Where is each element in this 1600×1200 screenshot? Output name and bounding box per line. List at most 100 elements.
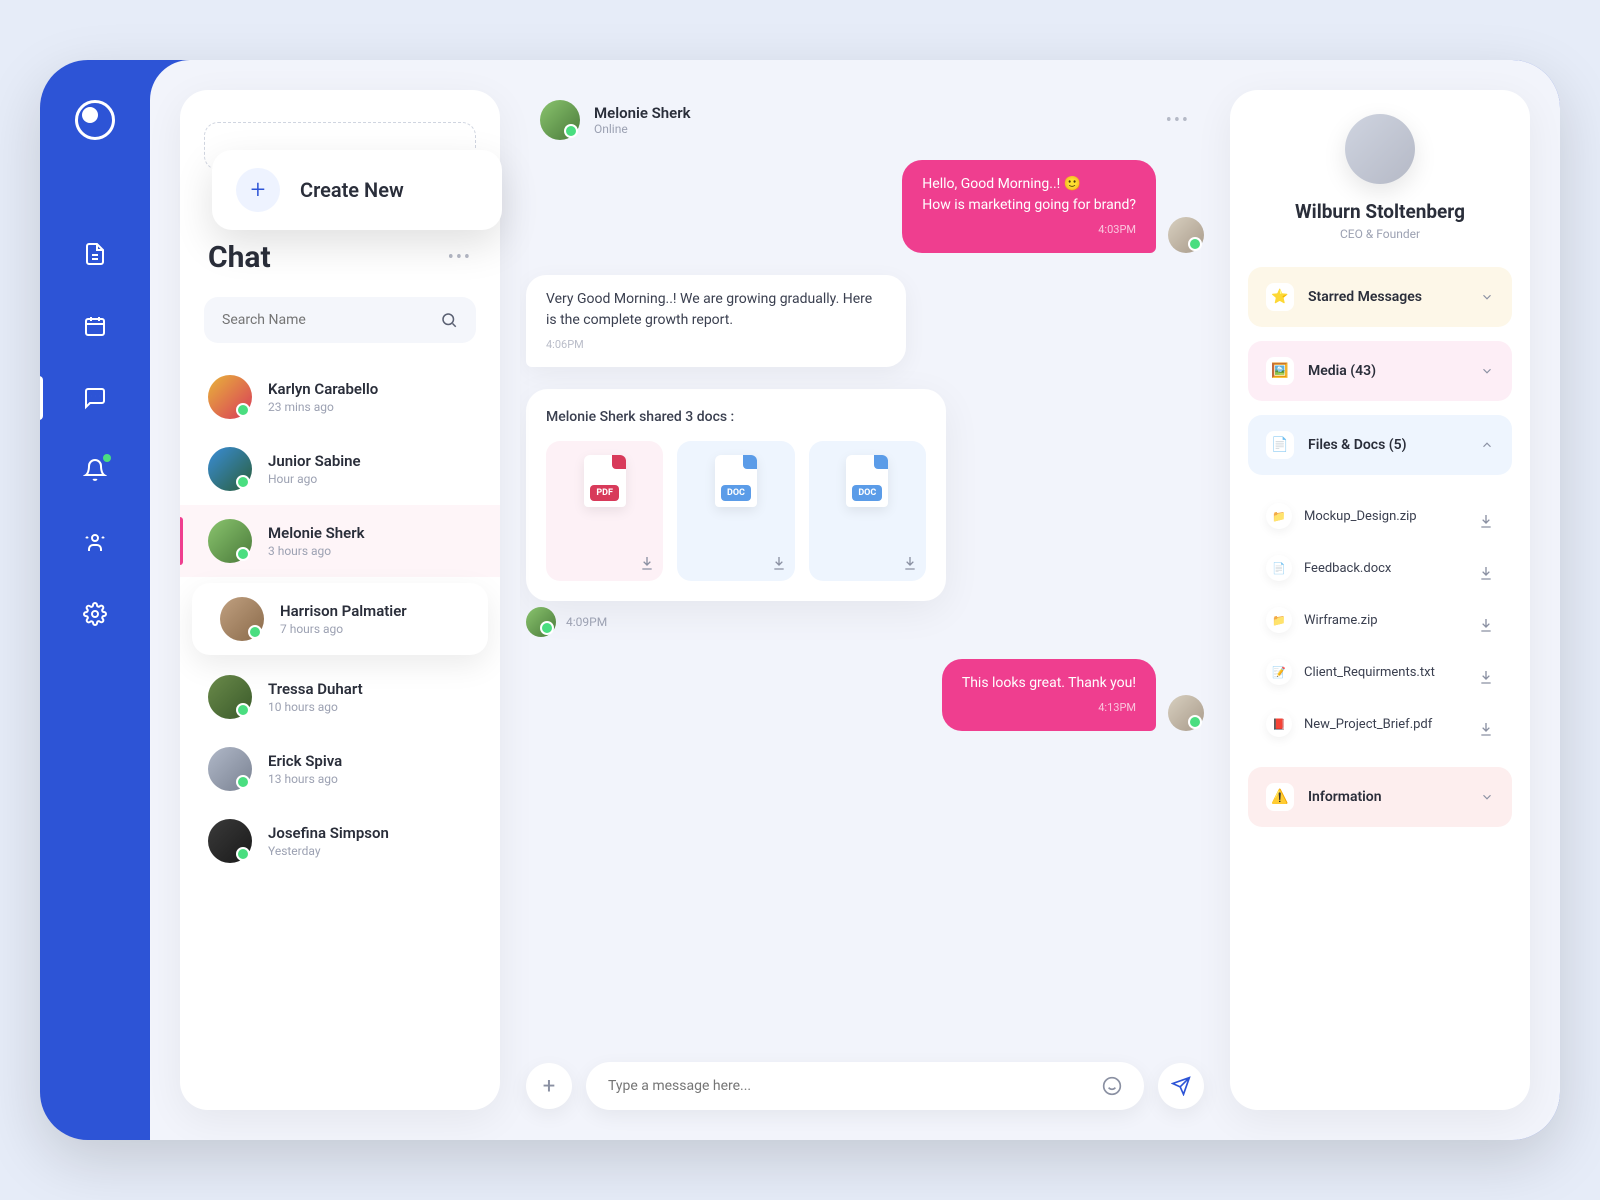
nav-rail: [40, 60, 150, 1140]
avatar: [1168, 695, 1204, 731]
contact-item[interactable]: Tressa Duhart 10 hours ago: [180, 661, 500, 733]
contact-name: Erick Spiva: [268, 752, 342, 770]
logo[interactable]: [75, 100, 115, 140]
search-field[interactable]: [222, 312, 440, 328]
section-starred[interactable]: ⭐ Starred Messages: [1248, 267, 1512, 327]
avatar: [208, 819, 252, 863]
avatar: [220, 597, 264, 641]
pdf-icon: PDF: [584, 455, 626, 507]
file-type-icon: 📄: [1266, 555, 1292, 581]
docs-card: Melonie Sherk shared 3 docs : PDF DOC DO…: [526, 389, 946, 601]
send-icon: [1171, 1076, 1191, 1096]
docs-block: Melonie Sherk shared 3 docs : PDF DOC DO…: [526, 389, 1204, 637]
contact-time: 3 hours ago: [268, 544, 365, 558]
docs-grid: PDF DOC DOC: [546, 441, 926, 581]
doc-tile[interactable]: DOC: [809, 441, 926, 581]
chevron-up-icon: [1480, 438, 1494, 452]
message-input[interactable]: [608, 1078, 1102, 1094]
chat-more-icon[interactable]: •••: [1166, 110, 1190, 131]
contact-name: Tressa Duhart: [268, 680, 363, 698]
search-icon: [440, 311, 458, 329]
attach-button[interactable]: +: [526, 1063, 572, 1109]
contact-item[interactable]: Josefina Simpson Yesterday: [180, 805, 500, 877]
contact-item[interactable]: Erick Spiva13 hours ago: [180, 733, 500, 805]
notification-dot: [103, 454, 111, 462]
chat-name: Melonie Sherk: [594, 104, 1152, 122]
doc-tile[interactable]: PDF: [546, 441, 663, 581]
contact-name: Josefina Simpson: [268, 824, 389, 842]
chat-top-info: Melonie Sherk Online: [594, 104, 1152, 136]
download-icon[interactable]: [1478, 669, 1494, 685]
chevron-down-icon: [1480, 290, 1494, 304]
image-icon: 🖼️: [1266, 357, 1294, 385]
download-icon[interactable]: [902, 555, 918, 571]
file-row[interactable]: 📝Client_Requirments.txt: [1252, 649, 1508, 695]
bubble: This looks great. Thank you! 4:13PM: [942, 659, 1156, 731]
contact-time: 7 hours ago: [280, 622, 407, 636]
contact-name: Karlyn Carabello: [268, 380, 378, 398]
msg-line: How is marketing going for brand?: [922, 197, 1136, 213]
download-icon[interactable]: [1478, 513, 1494, 529]
message-input-wrap[interactable]: [586, 1062, 1144, 1110]
file-icon: 📄: [1266, 431, 1294, 459]
download-icon[interactable]: [1478, 617, 1494, 633]
nav-people-icon[interactable]: [81, 528, 109, 556]
docs-time-row: 4:09PM: [526, 607, 1204, 637]
contact-time: Yesterday: [268, 844, 389, 858]
create-new-label: Create New: [300, 178, 404, 202]
profile-avatar[interactable]: [1345, 114, 1415, 184]
contact-item-active[interactable]: Melonie Sherk 3 hours ago: [180, 505, 500, 577]
contacts-list: Karlyn Carabello23 mins ago Junior Sabin…: [180, 361, 500, 877]
contact-name: Junior Sabine: [268, 452, 361, 470]
chat-status: Online: [594, 122, 1152, 136]
chevron-down-icon: [1480, 790, 1494, 804]
download-icon[interactable]: [1478, 565, 1494, 581]
file-row[interactable]: 📕New_Project_Brief.pdf: [1252, 701, 1508, 747]
app-shell: + Create New Chat ••• Karlyn Carabello23…: [40, 60, 1560, 1140]
file-row[interactable]: 📁Wirframe.zip: [1252, 597, 1508, 643]
nav-settings-icon[interactable]: [81, 600, 109, 628]
section-files[interactable]: 📄 Files & Docs (5): [1248, 415, 1512, 475]
download-icon[interactable]: [771, 555, 787, 571]
file-row[interactable]: 📁Mockup_Design.zip: [1252, 493, 1508, 539]
chat-header: Chat •••: [180, 240, 500, 275]
chat-menu-icon[interactable]: •••: [448, 247, 472, 268]
emoji-icon[interactable]: [1102, 1076, 1122, 1096]
doc-tile[interactable]: DOC: [677, 441, 794, 581]
section-label: Information: [1308, 789, 1466, 805]
avatar: [208, 519, 252, 563]
contact-time: 10 hours ago: [268, 700, 363, 714]
bubble: Hello, Good Morning..! 🙂 How is marketin…: [902, 160, 1156, 253]
file-type-icon: 📕: [1266, 711, 1292, 737]
chat-sidebar: + Create New Chat ••• Karlyn Carabello23…: [180, 90, 500, 1110]
section-media[interactable]: 🖼️ Media (43): [1248, 341, 1512, 401]
contact-name: Melonie Sherk: [268, 524, 365, 542]
nav-bell-icon[interactable]: [81, 456, 109, 484]
nav-document-icon[interactable]: [81, 240, 109, 268]
star-icon: ⭐: [1266, 283, 1294, 311]
plus-icon: +: [236, 168, 280, 212]
msg-line: Hello, Good Morning..! 🙂: [922, 176, 1081, 192]
contact-item[interactable]: Junior Sabine Hour ago: [180, 433, 500, 505]
create-new-button[interactable]: + Create New: [212, 150, 502, 230]
avatar: [208, 675, 252, 719]
file-row[interactable]: 📄Feedback.docx: [1252, 545, 1508, 591]
doc-icon: DOC: [715, 455, 757, 507]
file-type-icon: 📁: [1266, 607, 1292, 633]
contact-time: Hour ago: [268, 472, 361, 486]
send-button[interactable]: [1158, 1063, 1204, 1109]
avatar: [526, 607, 556, 637]
nav-chat-icon[interactable]: [81, 384, 109, 412]
message-out: This looks great. Thank you! 4:13PM: [526, 659, 1204, 731]
nav-calendar-icon[interactable]: [81, 312, 109, 340]
contact-item[interactable]: Karlyn Carabello23 mins ago: [180, 361, 500, 433]
section-information[interactable]: ⚠️ Information: [1248, 767, 1512, 827]
avatar: [208, 375, 252, 419]
contact-item[interactable]: Harrison Palmatier7 hours ago: [192, 583, 488, 655]
download-icon[interactable]: [1478, 721, 1494, 737]
panel-sections: ⭐ Starred Messages 🖼️ Media (43) 📄 Files…: [1248, 267, 1512, 827]
right-panel: Wilburn Stoltenberg CEO & Founder ⭐ Star…: [1230, 90, 1530, 1110]
msg-time: 4:03PM: [922, 222, 1136, 239]
download-icon[interactable]: [639, 555, 655, 571]
search-input[interactable]: [204, 297, 476, 343]
